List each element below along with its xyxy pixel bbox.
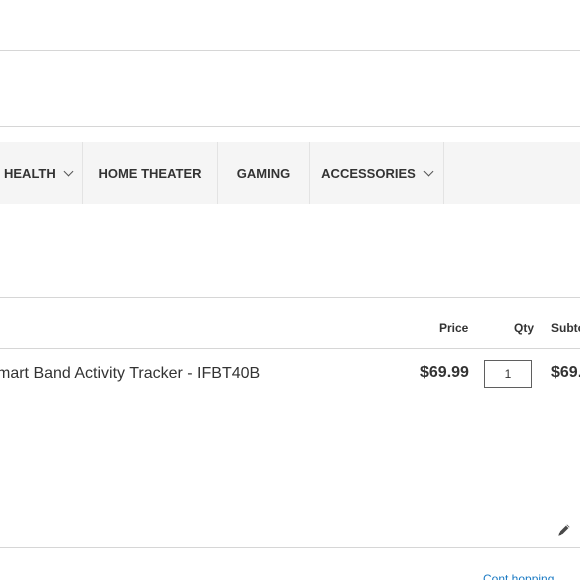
nav-item-health[interactable]: HEALTH xyxy=(0,142,83,204)
nav-item-label: HEALTH xyxy=(4,165,56,181)
pencil-icon[interactable] xyxy=(556,522,572,538)
nav-item-label: ACCESSORIES xyxy=(321,165,416,181)
nav-item-gaming[interactable]: GAMING xyxy=(218,142,310,204)
quantity-input[interactable] xyxy=(484,360,532,388)
nav-item-label: HOME THEATER xyxy=(98,165,202,181)
chevron-down-icon xyxy=(423,166,434,176)
search-divider xyxy=(0,126,580,127)
cart-item-price: $69.99 xyxy=(420,364,469,381)
main-navigation: HEALTH HOME THEATER GAMING ACCESSORIES xyxy=(0,142,580,204)
nav-item-accessories[interactable]: ACCESSORIES xyxy=(310,142,444,204)
header-divider xyxy=(0,50,580,51)
table-header-divider xyxy=(0,348,580,349)
cart-item-name[interactable]: mart Band Activity Tracker - IFBT40B xyxy=(0,365,260,383)
cart-page: HEALTH HOME THEATER GAMING ACCESSORIES P… xyxy=(0,0,580,580)
column-header-subtotal: Subto xyxy=(551,321,580,335)
nav-item-label: GAMING xyxy=(236,165,291,181)
nav-item-home-theater[interactable]: HOME THEATER xyxy=(83,142,218,204)
cart-item-subtotal: $69. xyxy=(551,364,580,381)
table-bottom-divider xyxy=(0,547,580,548)
continue-shopping-link[interactable]: Cont hopping xyxy=(483,572,554,580)
table-top-divider xyxy=(0,297,580,298)
column-header-price: Price xyxy=(439,321,469,335)
chevron-down-icon xyxy=(63,166,74,176)
column-header-qty: Qty xyxy=(514,321,535,335)
